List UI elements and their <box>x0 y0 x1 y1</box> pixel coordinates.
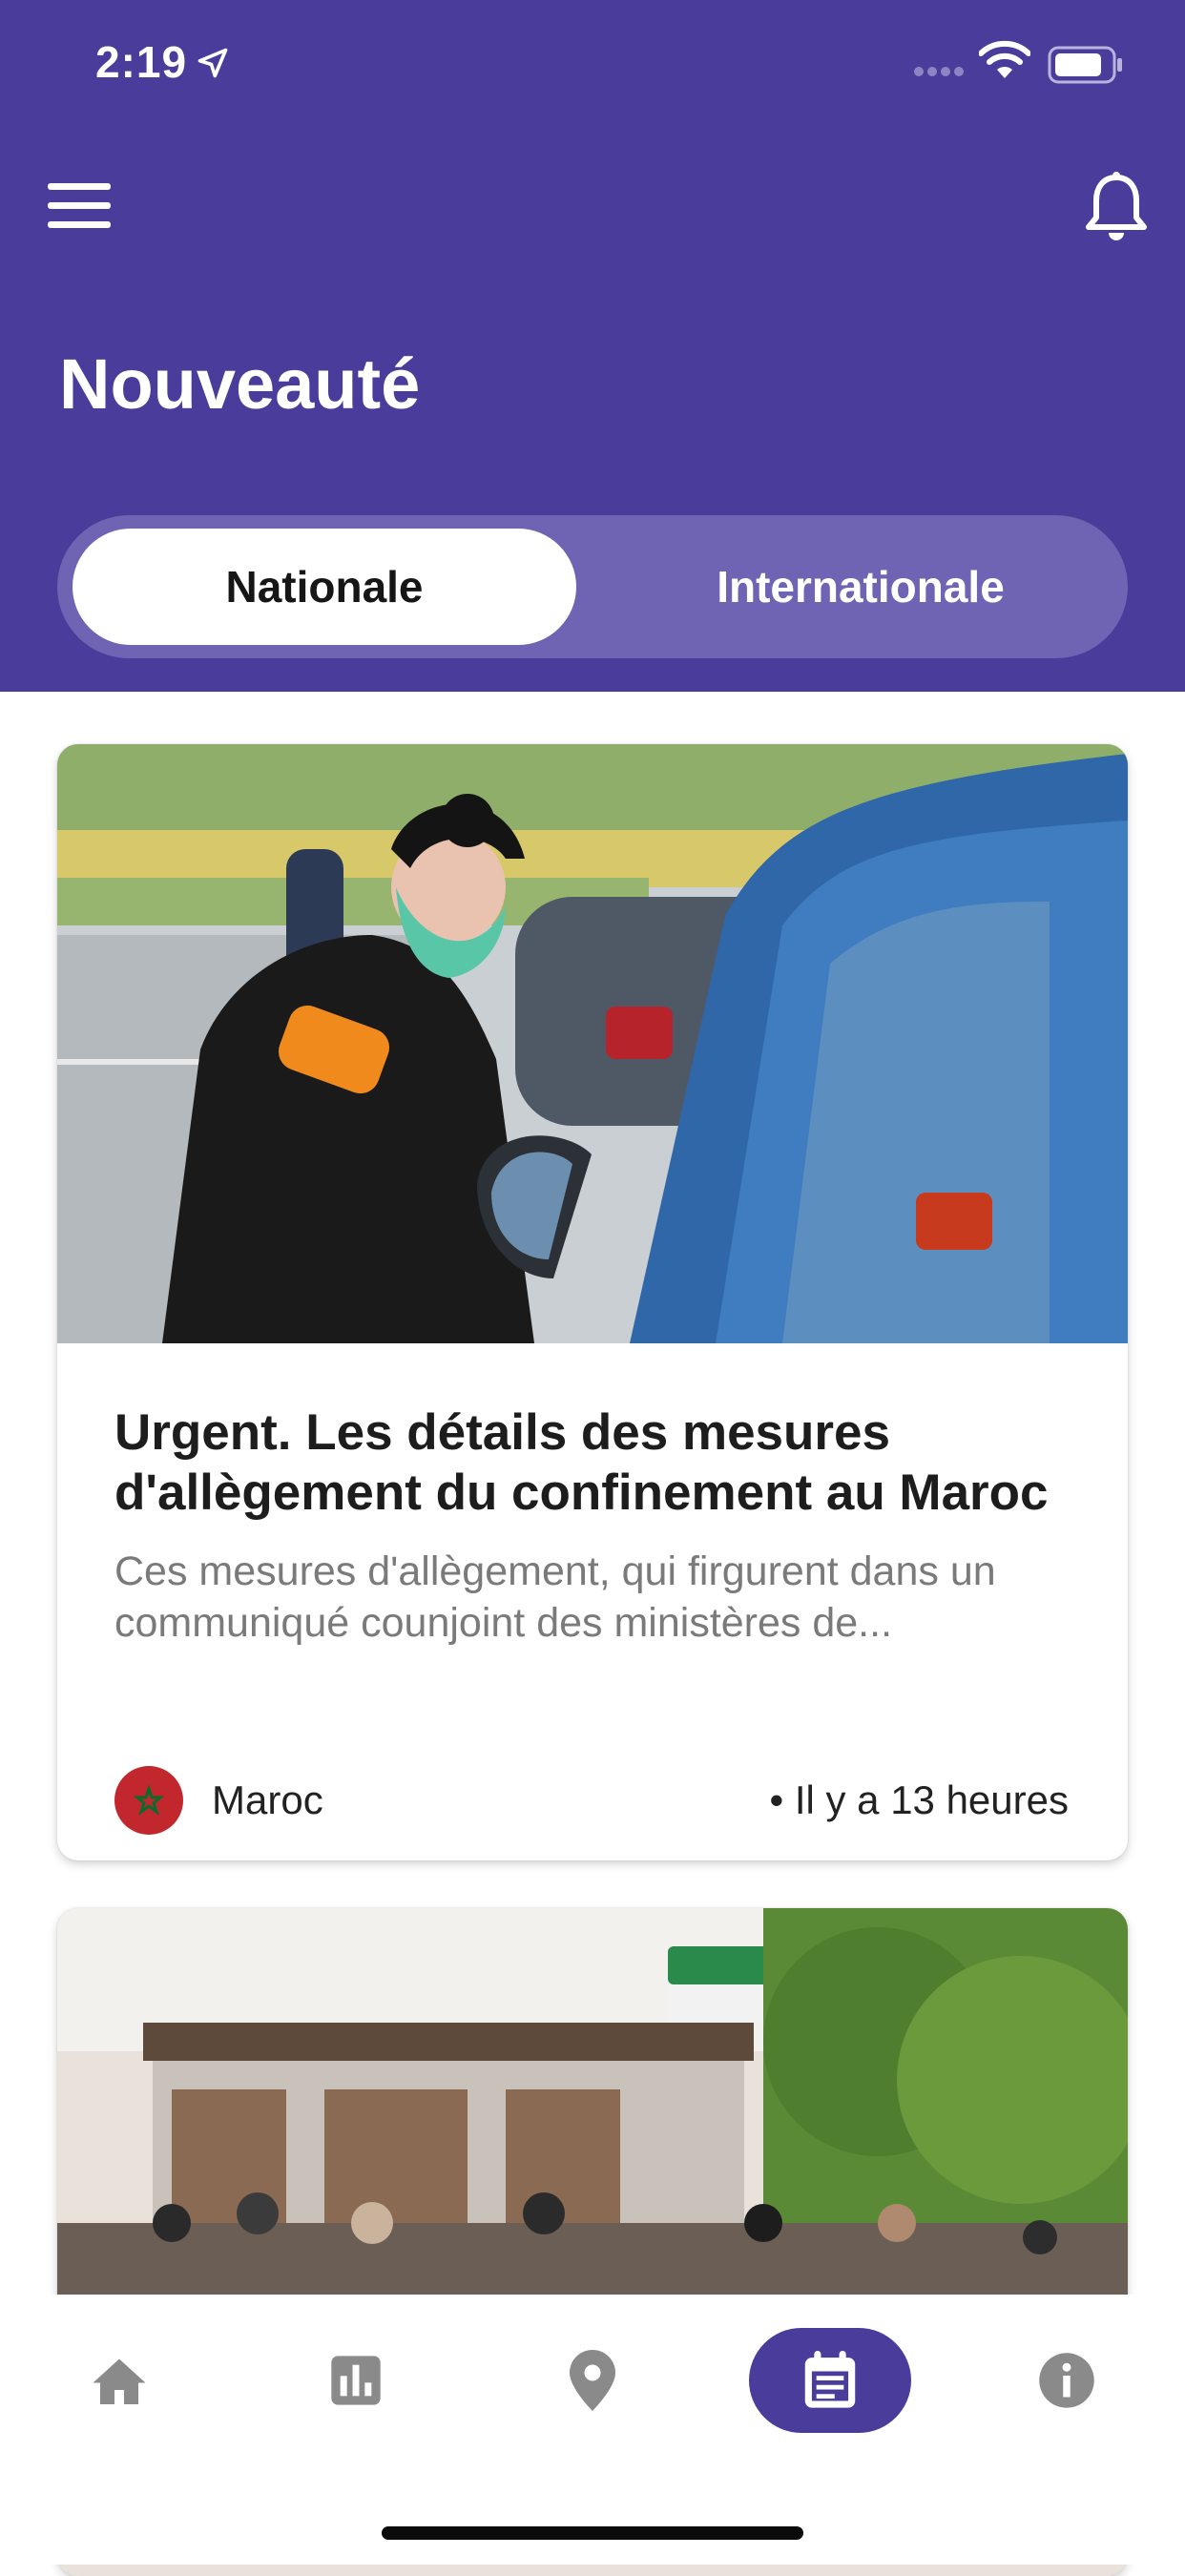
article-photo <box>57 744 1128 1343</box>
home-icon <box>93 2358 146 2404</box>
battery-icon <box>1048 46 1122 84</box>
tab-internationale[interactable]: Internationale <box>609 529 1112 645</box>
home-indicator[interactable] <box>382 2526 803 2540</box>
wifi-icon <box>979 40 1030 78</box>
calendar-news-icon <box>804 2351 856 2408</box>
bottom-tab-bar <box>0 2295 1185 2565</box>
tab-nationale[interactable]: Nationale <box>73 529 576 645</box>
article-excerpt: Ces mesures d'allègement, qui firgurent … <box>114 1548 996 1646</box>
tab-map[interactable] <box>511 2328 674 2433</box>
cellular-signal-icon <box>914 67 964 76</box>
article-meta: Maroc • Il y a 13 heures <box>114 1760 1069 1837</box>
notification-bell-icon[interactable] <box>1083 170 1150 246</box>
tab-statistics[interactable] <box>275 2328 437 2433</box>
news-scope-segmented-control: Nationale Internationale <box>57 515 1128 658</box>
bar-chart-icon <box>331 2356 381 2405</box>
status-time: 2:19 <box>95 37 188 87</box>
article-body: Urgent. Les détails des mesures d'allège… <box>114 1402 1069 1649</box>
info-icon <box>1039 2353 1094 2408</box>
location-pin-icon <box>570 2350 615 2411</box>
tab-info[interactable] <box>986 2328 1148 2433</box>
article-time: • Il y a 13 heures <box>769 1777 1069 1822</box>
article-source: Maroc <box>212 1777 323 1822</box>
tab-news[interactable] <box>749 2328 911 2433</box>
article-card[interactable]: Urgent. Les détails des mesures d'allège… <box>57 744 1128 1860</box>
tab-home[interactable] <box>38 2328 200 2433</box>
article-title[interactable]: Urgent. Les détails des mesures d'allège… <box>114 1402 1069 1523</box>
page-title: Nouveauté <box>59 344 421 424</box>
morocco-flag-icon <box>114 1766 183 1835</box>
menu-icon[interactable] <box>46 181 114 231</box>
header: 2:19 Nouveauté Nationale Internationale <box>0 0 1185 692</box>
location-arrow-icon <box>198 48 228 78</box>
